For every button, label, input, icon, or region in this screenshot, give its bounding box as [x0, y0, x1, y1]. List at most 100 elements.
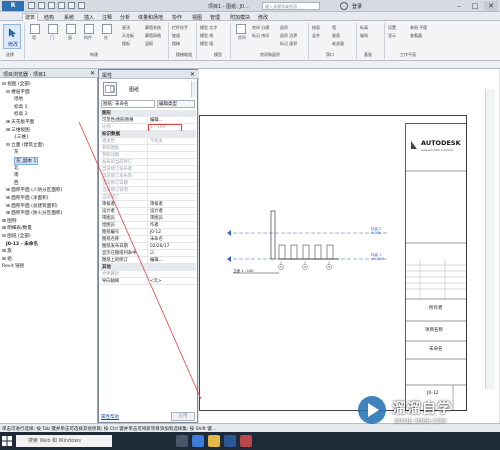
- tag-area-button[interactable]: 标记 面积: [280, 41, 297, 47]
- model-text-button[interactable]: 模型 文字: [200, 25, 217, 31]
- browser-tree-item[interactable]: 北: [14, 165, 19, 171]
- file-explorer-icon[interactable]: [208, 435, 220, 447]
- show-workplane-button[interactable]: 显示: [388, 33, 396, 39]
- roof-button[interactable]: 屋顶: [122, 25, 130, 31]
- dormer-button[interactable]: 老虎窗: [332, 41, 344, 47]
- measure-icon[interactable]: [78, 2, 85, 9]
- tab-addins[interactable]: 附加模块: [230, 14, 250, 21]
- tab-modify[interactable]: 修改: [258, 14, 268, 21]
- tab-annotate[interactable]: 注释: [102, 14, 112, 21]
- browser-tree-item[interactable]: ⊞ 面积平面 (总建筑面积): [6, 203, 58, 209]
- close-button[interactable]: ✕: [484, 1, 498, 11]
- tab-massing-site[interactable]: 体量和场地: [138, 14, 163, 21]
- panel-title-room-area: 房间和面积: [260, 52, 280, 57]
- modify-label: 修改: [8, 42, 19, 48]
- browser-tree-item[interactable]: ⊟ 图纸 (全部): [2, 233, 31, 239]
- tab-systems[interactable]: 系统: [64, 14, 74, 21]
- viewer-button[interactable]: 查看器: [410, 33, 422, 39]
- browser-tree-item[interactable]: 南: [14, 172, 19, 178]
- door-button[interactable]: 门: [46, 24, 61, 40]
- revit-taskbar-icon[interactable]: [240, 435, 252, 447]
- browser-tree-item[interactable]: ⊞ 组: [2, 256, 12, 262]
- mullion-button[interactable]: 竖梃: [145, 41, 153, 47]
- stair-button[interactable]: 楼梯: [172, 41, 180, 47]
- user-icon[interactable]: [340, 2, 348, 10]
- grid-bubble-1: 1: [280, 265, 282, 269]
- undo-icon[interactable]: [48, 2, 55, 9]
- tab-structure[interactable]: 结构: [44, 14, 54, 21]
- browser-tree-item[interactable]: ⊞ 面积平面 (防火分区面积): [6, 210, 62, 216]
- ramp-button[interactable]: 坡道: [172, 33, 180, 39]
- browser-tree-item[interactable]: Revit 链接: [2, 263, 24, 269]
- component-button[interactable]: 构件: [82, 24, 97, 40]
- tag-room-button[interactable]: 标记 房间: [252, 33, 269, 39]
- browser-tree-item[interactable]: ⊟ 立面 (建筑立面): [6, 142, 44, 148]
- by-face-button[interactable]: 按面: [312, 25, 320, 31]
- redo-icon[interactable]: [58, 2, 65, 9]
- model-group-button[interactable]: 模型 组: [200, 41, 213, 47]
- browser-tree-item[interactable]: J0-12 - 未命名: [6, 241, 38, 247]
- tab-view[interactable]: 视图: [192, 14, 202, 21]
- tab-insert[interactable]: 插入: [84, 14, 94, 21]
- windows-start-icon[interactable]: [2, 436, 12, 446]
- minimize-button[interactable]: –: [452, 1, 466, 11]
- taskbar-search-input[interactable]: 搜索 Web 和 Windows: [16, 435, 112, 447]
- grid-button[interactable]: 轴网: [360, 33, 368, 39]
- login-link[interactable]: 登录: [352, 3, 362, 10]
- modify-button[interactable]: 修改: [3, 24, 21, 49]
- browser-tree-item[interactable]: ⊞ 图例: [2, 218, 17, 224]
- browser-tree-item[interactable]: ⊞ 族: [2, 248, 12, 254]
- grid-bubble-3: 3: [328, 265, 330, 269]
- ref-plane-button[interactable]: 参照 平面: [410, 25, 427, 31]
- browser-tree-item[interactable]: {三维}: [14, 134, 29, 140]
- tab-architecture[interactable]: 建筑: [22, 13, 39, 21]
- area-boundary-button[interactable]: 面积 边界: [280, 33, 297, 39]
- panel-title-opening: 洞口: [326, 52, 334, 57]
- railing-button[interactable]: 栏杆扶手: [172, 25, 188, 31]
- store-icon[interactable]: [224, 435, 236, 447]
- edge-browser-icon[interactable]: [192, 435, 204, 447]
- task-view-icon[interactable]: [176, 435, 188, 447]
- browser-tree-item[interactable]: 标高 1: [14, 104, 28, 110]
- wall-opening-button[interactable]: 墙: [332, 25, 336, 31]
- browser-tree-item[interactable]: 东: [14, 149, 19, 155]
- shaft-button[interactable]: 竖井: [312, 33, 320, 39]
- browser-tree-item[interactable]: 标高 2: [14, 111, 28, 117]
- drawing-canvas[interactable]: AUTODESK www.autodesk.com/revit 所有者 项目名称…: [79, 69, 499, 423]
- browser-tree-item[interactable]: 西: [14, 180, 19, 186]
- curtain-system-button[interactable]: 幕墙系统: [145, 25, 161, 31]
- browser-tree-item[interactable]: ⊞ 面积平面 (净面积): [6, 195, 49, 201]
- browser-tree-item[interactable]: ⊞ 三维视图: [6, 127, 30, 133]
- level-button[interactable]: 标高: [360, 25, 368, 31]
- browser-tree-item[interactable]: ⊟ 视图 (全部): [2, 81, 31, 87]
- tab-manage[interactable]: 管理: [210, 14, 220, 21]
- app-logo[interactable]: R: [2, 1, 24, 11]
- model-line-button[interactable]: 模型 线: [200, 33, 213, 39]
- cursor-arrow-icon: [8, 28, 17, 38]
- browser-tree-item[interactable]: 场地: [14, 96, 23, 102]
- curtain-grid-button[interactable]: 幕墙网格: [145, 33, 161, 39]
- wall-button[interactable]: 墙: [28, 24, 43, 40]
- maximize-button[interactable]: □: [468, 1, 482, 11]
- view-title-tag: 立面 1 : 100: [233, 269, 254, 273]
- ceiling-button[interactable]: 天花板: [122, 33, 134, 39]
- floor-button[interactable]: 楼板: [122, 41, 130, 47]
- area-button[interactable]: 面积: [280, 25, 288, 31]
- browser-tree-item[interactable]: ⊞ 天花板平面: [6, 119, 34, 125]
- browser-tree-item[interactable]: ⊟ 楼层平面: [6, 89, 30, 95]
- help-search-input[interactable]: 键入关键字或短语: [262, 2, 320, 10]
- browser-tree-item[interactable]: ⊞ 明细表/数量: [2, 225, 32, 231]
- print-icon[interactable]: [68, 2, 75, 9]
- vertical-scrollbar[interactable]: [485, 89, 495, 389]
- tab-analyze[interactable]: 分析: [120, 14, 130, 21]
- browser-tree-item[interactable]: ⊞ 面积平面 (人防分区面积): [6, 187, 62, 193]
- room-button[interactable]: 房间: [234, 24, 249, 40]
- set-workplane-button[interactable]: 设置: [388, 25, 396, 31]
- open-icon[interactable]: [28, 2, 35, 9]
- save-icon[interactable]: [38, 2, 45, 9]
- window-button[interactable]: 窗: [64, 24, 79, 40]
- column-button[interactable]: 柱: [100, 24, 115, 40]
- vertical-opening-button[interactable]: 垂直: [332, 33, 340, 39]
- room-separator-button[interactable]: 房间 分隔: [252, 25, 269, 31]
- tab-collaborate[interactable]: 协作: [172, 14, 182, 21]
